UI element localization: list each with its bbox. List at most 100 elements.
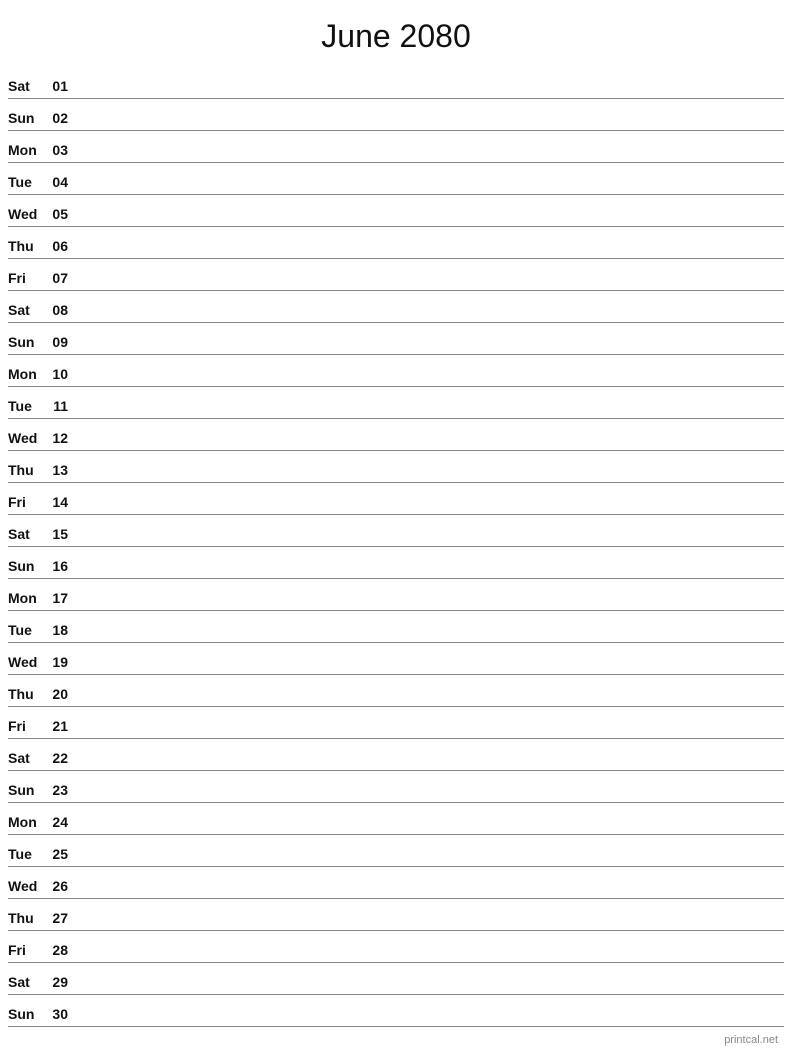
day-number: 20 <box>46 686 74 702</box>
day-line <box>74 829 784 830</box>
day-number: 01 <box>46 78 74 94</box>
day-line <box>74 285 784 286</box>
day-number: 29 <box>46 974 74 990</box>
day-line <box>74 445 784 446</box>
day-name: Fri <box>8 270 46 286</box>
day-row: Wed05 <box>8 195 784 227</box>
day-name: Sun <box>8 110 46 126</box>
day-row: Wed26 <box>8 867 784 899</box>
day-row: Fri14 <box>8 483 784 515</box>
day-line <box>74 189 784 190</box>
day-name: Sun <box>8 334 46 350</box>
day-name: Sat <box>8 526 46 542</box>
day-number: 14 <box>46 494 74 510</box>
day-row: Tue04 <box>8 163 784 195</box>
day-name: Mon <box>8 366 46 382</box>
day-line <box>74 1021 784 1022</box>
day-row: Sun16 <box>8 547 784 579</box>
day-name: Wed <box>8 654 46 670</box>
day-number: 16 <box>46 558 74 574</box>
day-row: Mon17 <box>8 579 784 611</box>
day-row: Mon10 <box>8 355 784 387</box>
day-number: 05 <box>46 206 74 222</box>
calendar-list: Sat01Sun02Mon03Tue04Wed05Thu06Fri07Sat08… <box>0 67 792 1027</box>
day-name: Fri <box>8 494 46 510</box>
day-line <box>74 861 784 862</box>
day-name: Wed <box>8 878 46 894</box>
day-line <box>74 925 784 926</box>
day-number: 25 <box>46 846 74 862</box>
day-line <box>74 541 784 542</box>
day-row: Thu27 <box>8 899 784 931</box>
day-number: 06 <box>46 238 74 254</box>
day-row: Sat22 <box>8 739 784 771</box>
day-row: Sat01 <box>8 67 784 99</box>
day-row: Wed12 <box>8 419 784 451</box>
day-name: Tue <box>8 174 46 190</box>
day-name: Mon <box>8 814 46 830</box>
day-row: Sun09 <box>8 323 784 355</box>
day-row: Mon03 <box>8 131 784 163</box>
day-line <box>74 893 784 894</box>
day-name: Sun <box>8 782 46 798</box>
day-row: Thu20 <box>8 675 784 707</box>
day-name: Thu <box>8 686 46 702</box>
day-name: Sat <box>8 78 46 94</box>
day-number: 26 <box>46 878 74 894</box>
day-name: Fri <box>8 942 46 958</box>
day-row: Thu06 <box>8 227 784 259</box>
day-row: Fri21 <box>8 707 784 739</box>
day-number: 22 <box>46 750 74 766</box>
day-line <box>74 669 784 670</box>
page-title: June 2080 <box>0 0 792 67</box>
day-line <box>74 509 784 510</box>
day-line <box>74 317 784 318</box>
day-line <box>74 93 784 94</box>
footer-credit: printcal.net <box>724 1034 778 1046</box>
day-row: Mon24 <box>8 803 784 835</box>
day-number: 13 <box>46 462 74 478</box>
day-row: Wed19 <box>8 643 784 675</box>
day-line <box>74 701 784 702</box>
day-row: Sat29 <box>8 963 784 995</box>
day-number: 28 <box>46 942 74 958</box>
day-number: 23 <box>46 782 74 798</box>
day-row: Sun02 <box>8 99 784 131</box>
day-name: Sat <box>8 302 46 318</box>
day-row: Sat15 <box>8 515 784 547</box>
day-line <box>74 477 784 478</box>
day-name: Mon <box>8 142 46 158</box>
day-line <box>74 957 784 958</box>
day-row: Thu13 <box>8 451 784 483</box>
day-name: Fri <box>8 718 46 734</box>
day-line <box>74 253 784 254</box>
day-number: 30 <box>46 1006 74 1022</box>
day-line <box>74 797 784 798</box>
day-row: Tue11 <box>8 387 784 419</box>
day-line <box>74 605 784 606</box>
day-name: Thu <box>8 910 46 926</box>
day-line <box>74 637 784 638</box>
day-line <box>74 989 784 990</box>
day-number: 09 <box>46 334 74 350</box>
day-line <box>74 349 784 350</box>
day-line <box>74 125 784 126</box>
day-row: Sun23 <box>8 771 784 803</box>
day-line <box>74 733 784 734</box>
day-line <box>74 221 784 222</box>
day-name: Tue <box>8 846 46 862</box>
day-number: 10 <box>46 366 74 382</box>
day-name: Tue <box>8 622 46 638</box>
day-number: 04 <box>46 174 74 190</box>
day-row: Tue25 <box>8 835 784 867</box>
day-name: Wed <box>8 206 46 222</box>
day-number: 02 <box>46 110 74 126</box>
day-row: Fri28 <box>8 931 784 963</box>
day-name: Sat <box>8 974 46 990</box>
day-row: Sun30 <box>8 995 784 1027</box>
day-row: Fri07 <box>8 259 784 291</box>
day-line <box>74 413 784 414</box>
day-number: 19 <box>46 654 74 670</box>
day-row: Sat08 <box>8 291 784 323</box>
day-name: Sun <box>8 558 46 574</box>
